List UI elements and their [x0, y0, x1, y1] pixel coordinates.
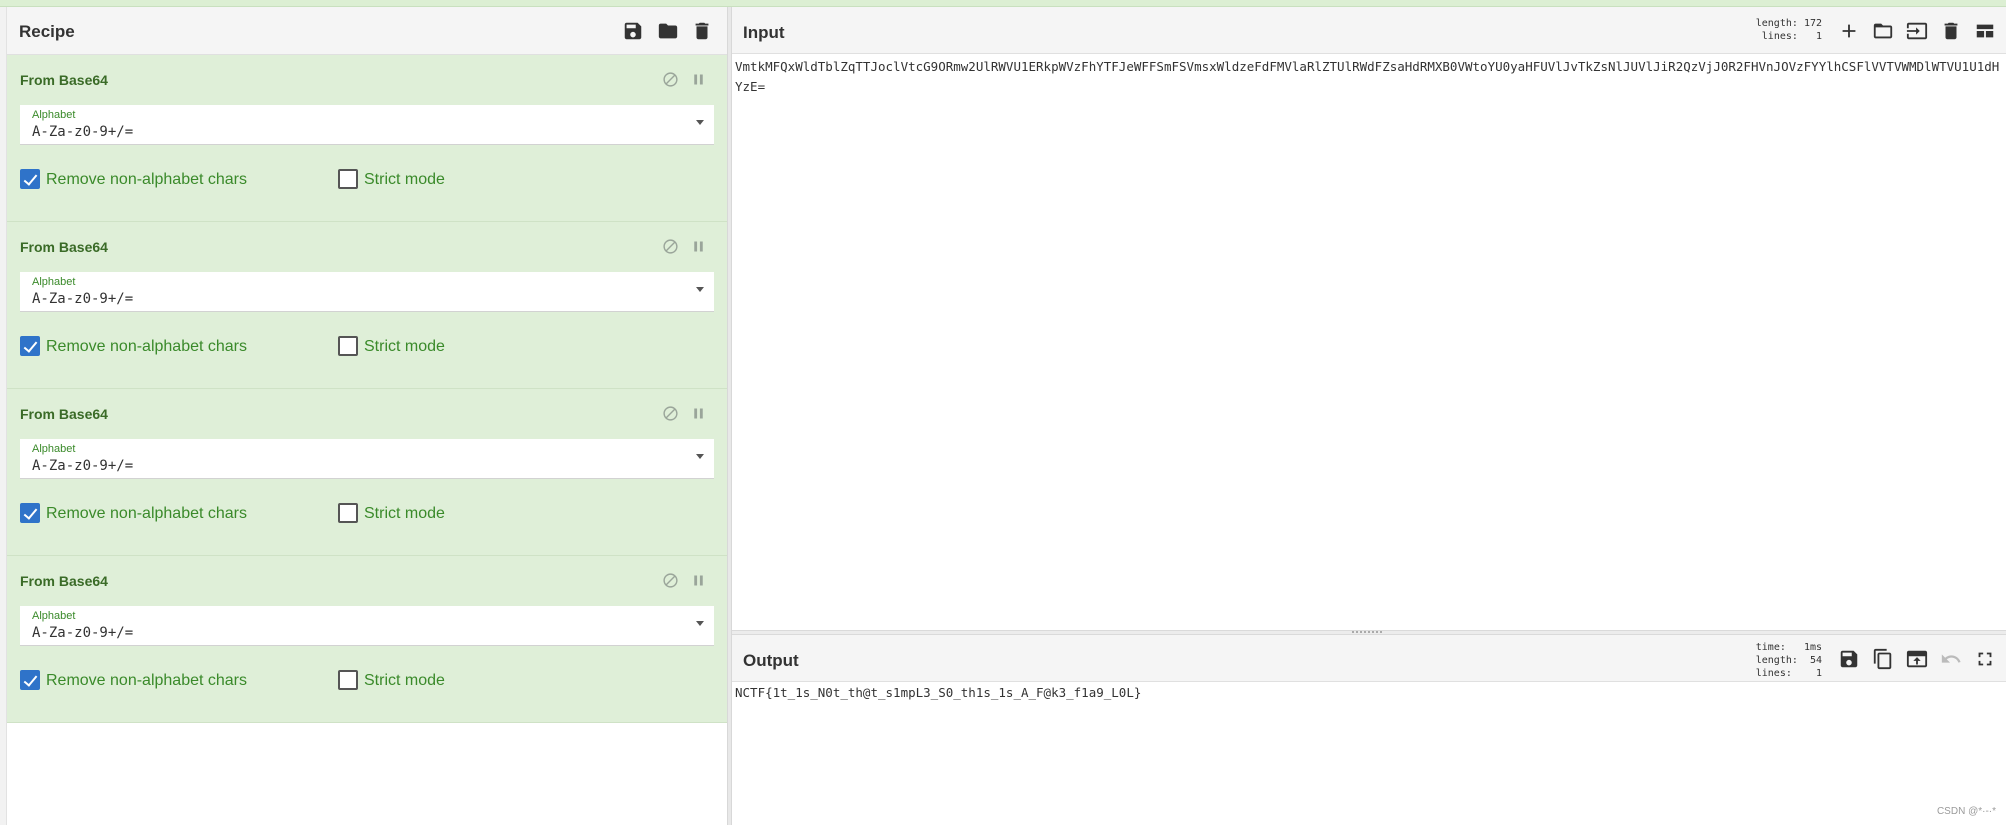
pause-operation-icon[interactable]	[688, 236, 708, 256]
strict-mode-label: Strict mode	[364, 672, 445, 689]
output-panel: Output time: 1ms length: 54 lines: 1 NCT…	[732, 635, 2006, 825]
add-input-tab-plus-icon[interactable]	[1837, 19, 1861, 43]
pause-operation-icon[interactable]	[688, 69, 708, 89]
input-length-label: length:	[1755, 18, 1798, 29]
operation-title: From Base64	[20, 72, 108, 88]
strict-mode-label: Strict mode	[364, 338, 445, 355]
pause-operation-icon[interactable]	[688, 403, 708, 423]
strict-mode-label: Strict mode	[364, 171, 445, 188]
save-output-icon[interactable]	[1837, 647, 1861, 671]
output-stats: time: 1ms length: 54 lines: 1	[1742, 641, 1822, 680]
alphabet-select[interactable]: Alphabet A-Za-z0-9+/=	[20, 439, 714, 479]
alphabet-select[interactable]: Alphabet A-Za-z0-9+/=	[20, 272, 714, 312]
pause-operation-icon[interactable]	[688, 570, 708, 590]
operation-title: From Base64	[20, 406, 108, 422]
input-textarea[interactable]: VmtkMFQxWldTblZqTTJoclVtcG9ORmw2UlRWVU1E…	[735, 57, 2000, 97]
operation-from-base64-4[interactable]: From Base64 Alphabet A-Za-z0-9+/= Remove…	[7, 556, 727, 723]
operation-title: From Base64	[20, 239, 108, 255]
alphabet-select[interactable]: Alphabet A-Za-z0-9+/=	[20, 105, 714, 145]
strict-mode-checkbox[interactable]	[338, 169, 358, 189]
remove-non-alphabet-checkbox[interactable]	[20, 670, 40, 690]
watermark: CSDN @*·-·*	[1936, 806, 1996, 817]
replace-input-with-output-icon[interactable]	[1905, 647, 1929, 671]
reset-layout-icon[interactable]	[1973, 19, 1997, 43]
output-time-label: time:	[1755, 642, 1786, 653]
output-length-label: length:	[1755, 655, 1798, 666]
output-time-value: 1ms	[1803, 642, 1822, 653]
input-title: Input	[743, 23, 785, 42]
load-recipe-folder-icon[interactable]	[656, 19, 680, 43]
input-lines-value: 1	[1815, 31, 1822, 42]
alphabet-label: Alphabet	[32, 276, 76, 288]
disable-operation-icon[interactable]	[660, 570, 680, 590]
left-edge-bar	[0, 7, 7, 825]
strict-mode-checkbox[interactable]	[338, 336, 358, 356]
resize-grip[interactable]	[1352, 631, 1382, 633]
input-lines-label: lines:	[1761, 31, 1798, 42]
remove-non-alphabet-checkbox[interactable]	[20, 336, 40, 356]
output-length-value: 54	[1809, 655, 1822, 666]
alphabet-value: A-Za-z0-9+/=	[32, 458, 134, 474]
remove-non-alphabet-checkbox[interactable]	[20, 169, 40, 189]
strict-mode-label: Strict mode	[364, 505, 445, 522]
recipe-title: Recipe	[19, 22, 75, 41]
chevron-down-icon	[696, 120, 704, 125]
clear-recipe-trash-icon[interactable]	[690, 19, 714, 43]
operation-from-base64-2[interactable]: From Base64 Alphabet A-Za-z0-9+/= Remove…	[7, 222, 727, 389]
input-panel: Input length: 172 lines: 1 VmtkMFQxWldTb…	[732, 7, 2006, 630]
remove-non-alphabet-label: Remove non-alphabet chars	[46, 505, 248, 522]
output-text[interactable]: NCTF{1t_1s_N0t_th@t_s1mpL3_S0_th1s_1s_A_…	[735, 683, 2000, 703]
remove-non-alphabet-label: Remove non-alphabet chars	[46, 171, 248, 188]
maximise-output-icon[interactable]	[1973, 647, 1997, 671]
remove-non-alphabet-label: Remove non-alphabet chars	[46, 338, 248, 355]
disable-operation-icon[interactable]	[660, 236, 680, 256]
recipe-header: Recipe	[7, 7, 727, 55]
alphabet-label: Alphabet	[32, 109, 76, 121]
alphabet-value: A-Za-z0-9+/=	[32, 124, 134, 140]
alphabet-select[interactable]: Alphabet A-Za-z0-9+/=	[20, 606, 714, 646]
output-lines-label: lines:	[1755, 668, 1792, 679]
output-title: Output	[743, 651, 799, 670]
input-length-value: 172	[1803, 18, 1822, 29]
top-status-strip	[0, 0, 2006, 7]
chevron-down-icon	[696, 621, 704, 626]
strict-mode-checkbox[interactable]	[338, 503, 358, 523]
clear-input-trash-icon[interactable]	[1939, 19, 1963, 43]
input-header: Input length: 172 lines: 1	[732, 7, 2006, 54]
chevron-down-icon	[696, 454, 704, 459]
undo-icon[interactable]	[1939, 647, 1963, 671]
alphabet-label: Alphabet	[32, 610, 76, 622]
strict-mode-checkbox[interactable]	[338, 670, 358, 690]
output-lines-value: 1	[1815, 668, 1822, 679]
copy-output-icon[interactable]	[1871, 647, 1895, 671]
operation-title: From Base64	[20, 573, 108, 589]
open-file-input-icon[interactable]	[1905, 19, 1929, 43]
alphabet-value: A-Za-z0-9+/=	[32, 291, 134, 307]
input-stats: length: 172 lines: 1	[1742, 17, 1822, 43]
remove-non-alphabet-checkbox[interactable]	[20, 503, 40, 523]
alphabet-label: Alphabet	[32, 443, 76, 455]
remove-non-alphabet-label: Remove non-alphabet chars	[46, 672, 248, 689]
open-folder-icon[interactable]	[1871, 19, 1895, 43]
save-recipe-icon[interactable]	[621, 19, 645, 43]
operation-from-base64-1[interactable]: From Base64 Alphabet A-Za-z0-9+/= Remove…	[7, 55, 727, 222]
operation-from-base64-3[interactable]: From Base64 Alphabet A-Za-z0-9+/= Remove…	[7, 389, 727, 556]
recipe-panel: Recipe From Base64 Alphabet A-Za-z0-9+/=…	[7, 7, 727, 825]
output-header: Output time: 1ms length: 54 lines: 1	[732, 635, 2006, 682]
disable-operation-icon[interactable]	[660, 403, 680, 423]
alphabet-value: A-Za-z0-9+/=	[32, 625, 134, 641]
chevron-down-icon	[696, 287, 704, 292]
disable-operation-icon[interactable]	[660, 69, 680, 89]
